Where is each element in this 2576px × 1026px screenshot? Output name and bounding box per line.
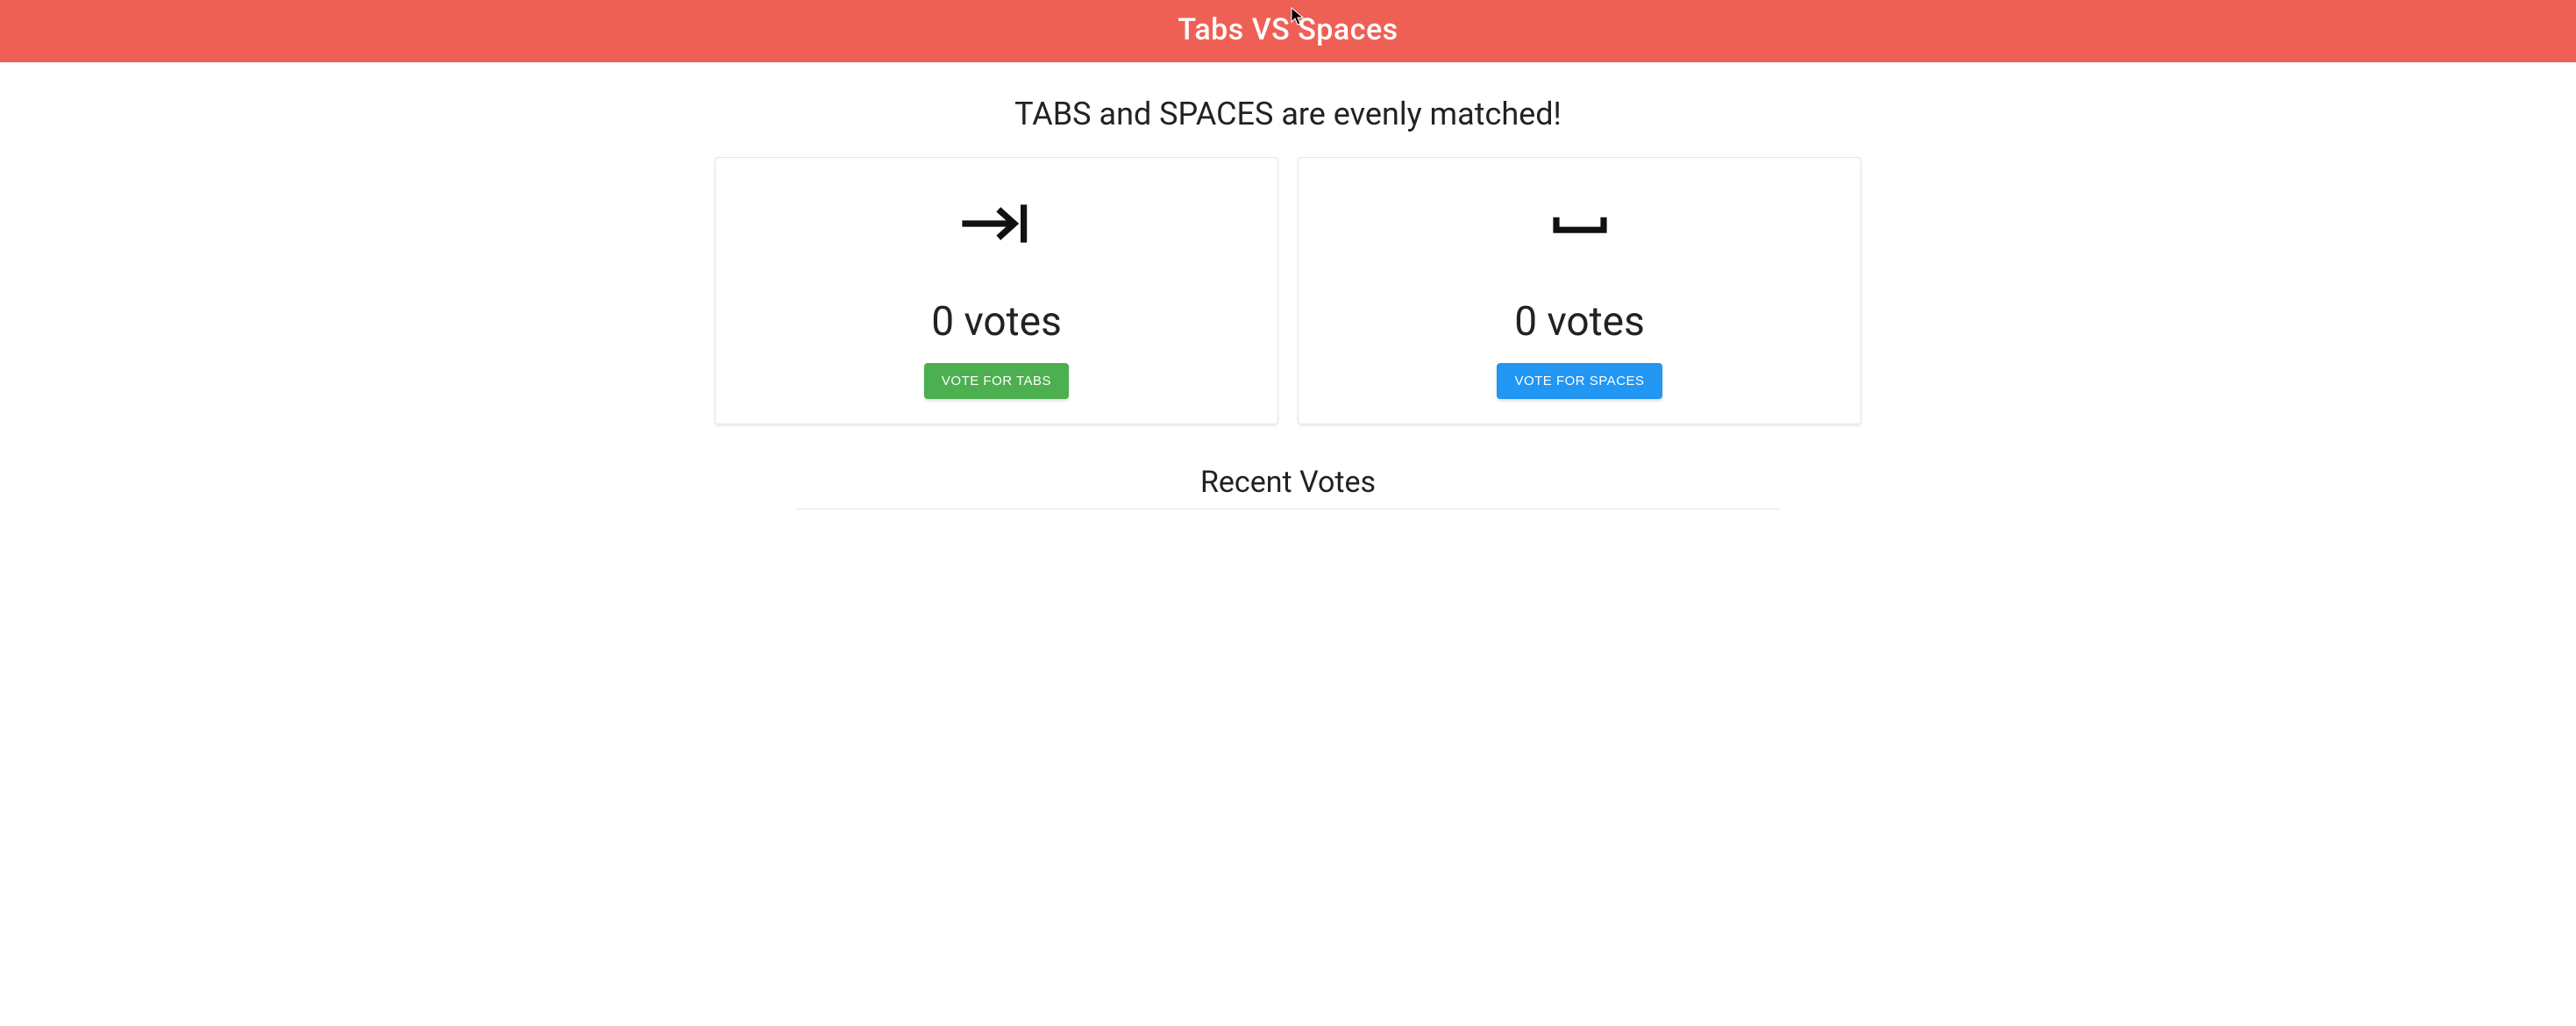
tabs-vote-count: 0 votes — [931, 298, 1062, 346]
tab-icon — [957, 184, 1036, 263]
status-message: TABS and SPACES are evenly matched! — [715, 96, 1861, 132]
spaces-vote-count: 0 votes — [1514, 298, 1645, 346]
spaces-card: 0 votes VOTE FOR SPACES — [1298, 157, 1861, 424]
space-icon — [1541, 184, 1619, 263]
vote-spaces-button[interactable]: VOTE FOR SPACES — [1497, 363, 1662, 399]
main-container: TABS and SPACES are evenly matched! 0 vo… — [701, 96, 1875, 509]
page-title: Tabs VS Spaces — [1178, 12, 1398, 47]
vote-cards-row: 0 votes VOTE FOR TABS 0 votes VOTE FOR S… — [715, 157, 1861, 424]
tabs-card: 0 votes VOTE FOR TABS — [715, 157, 1278, 424]
recent-votes-heading: Recent Votes — [715, 465, 1861, 500]
vote-tabs-button[interactable]: VOTE FOR TABS — [924, 363, 1069, 399]
page-header: Tabs VS Spaces — [0, 0, 2576, 62]
